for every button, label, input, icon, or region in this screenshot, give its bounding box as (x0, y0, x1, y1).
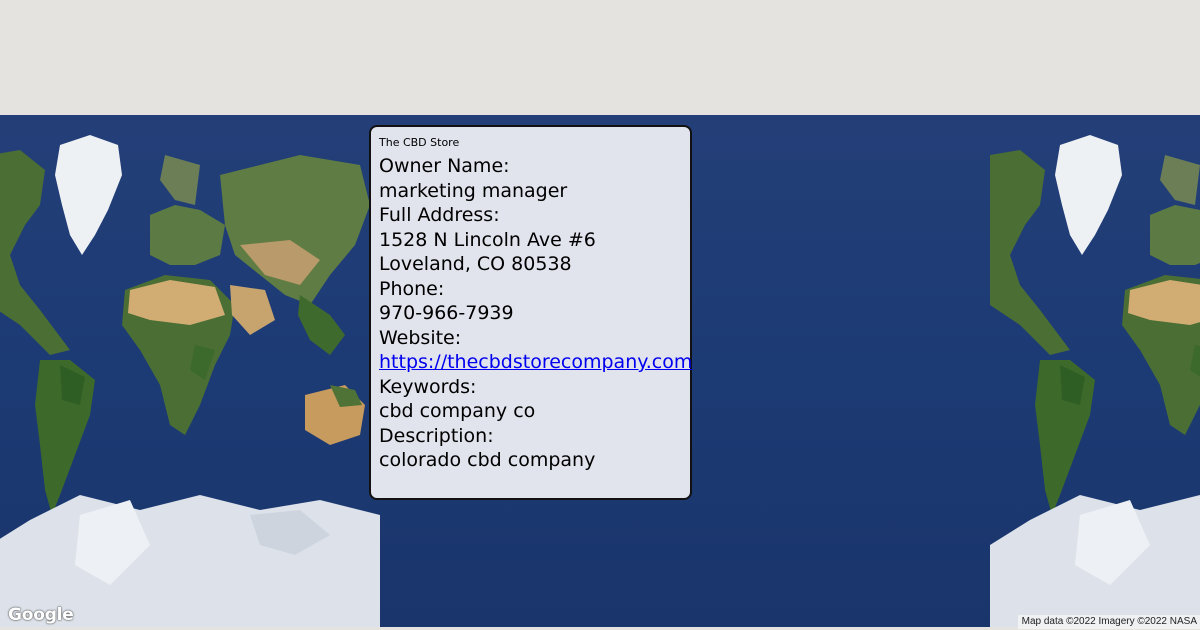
business-info-card: The CBD Store Owner Name: marketing mana… (369, 125, 692, 500)
address-line-1: 1528 N Lincoln Ave #6 (379, 228, 596, 251)
phone-value: 970-966-7939 (379, 302, 514, 324)
owner-label: Owner Name: (379, 155, 510, 177)
page: The CBD Store Owner Name: marketing mana… (0, 0, 1200, 630)
owner-value: marketing manager (379, 179, 568, 202)
website-label: Website: (379, 326, 462, 349)
address-label: Full Address: (379, 204, 500, 226)
google-logo[interactable]: Google (8, 605, 74, 625)
website-link[interactable]: https://thecbdstorecompany.com (379, 350, 692, 375)
card-title: The CBD Store (379, 136, 460, 149)
keywords-value: cbd company co (379, 400, 536, 422)
map-top-band (0, 0, 1200, 115)
description-label: Description: (379, 424, 494, 447)
phone-label: Phone: (379, 277, 445, 300)
description-value: colorado cbd company (379, 449, 596, 471)
map-attribution: Map data ©2022 Imagery ©2022 NASA (1017, 615, 1200, 629)
keywords-label: Keywords: (379, 375, 477, 398)
address-line-2: Loveland, CO 80538 (379, 253, 572, 275)
